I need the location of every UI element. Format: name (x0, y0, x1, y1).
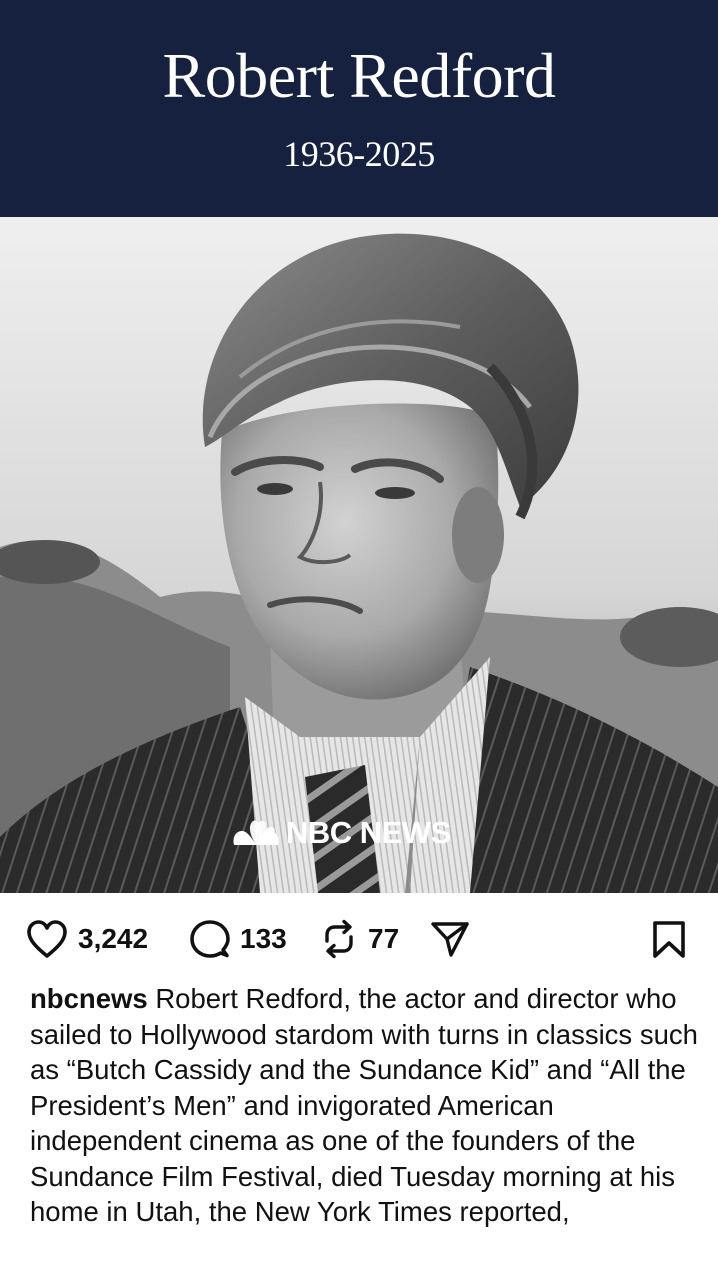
repost-count: 77 (368, 923, 400, 954)
share-button[interactable] (430, 912, 470, 966)
like-count: 3,242 (78, 923, 149, 954)
bookmark-icon (653, 921, 685, 958)
comment-icon (190, 920, 230, 958)
caption-text: Robert Redford, the actor and director w… (30, 983, 698, 1227)
memorial-banner: Robert Redford 1936-2025 (0, 0, 718, 217)
nbc-peacock-icon (233, 820, 279, 845)
repost-button[interactable]: 77 (320, 912, 399, 966)
watermark-text: NBC NEWS (286, 814, 451, 850)
share-icon (431, 922, 469, 957)
like-button[interactable]: 3,242 (26, 912, 148, 966)
comment-button[interactable]: 133 (190, 912, 287, 966)
banner-years: 1936-2025 (283, 134, 435, 174)
post-media[interactable]: Robert Redford 1936-2025 NBC NEWS (0, 0, 718, 893)
save-button[interactable] (651, 912, 687, 966)
action-bar: 3,242 133 77 (0, 912, 718, 966)
comment-count: 133 (240, 923, 287, 954)
nbc-news-watermark: NBC NEWS (230, 815, 451, 849)
repost-icon (325, 919, 353, 959)
caption-username[interactable]: nbcnews (30, 983, 148, 1014)
post-caption: nbcnews Robert Redford, the actor and di… (30, 981, 700, 1230)
post: Robert Redford 1936-2025 NBC NEWS 3,242 … (0, 0, 718, 1280)
portrait-illustration (0, 217, 718, 893)
heart-icon (27, 920, 67, 958)
banner-title: Robert Redford (162, 40, 556, 111)
portrait-photo (0, 217, 718, 893)
